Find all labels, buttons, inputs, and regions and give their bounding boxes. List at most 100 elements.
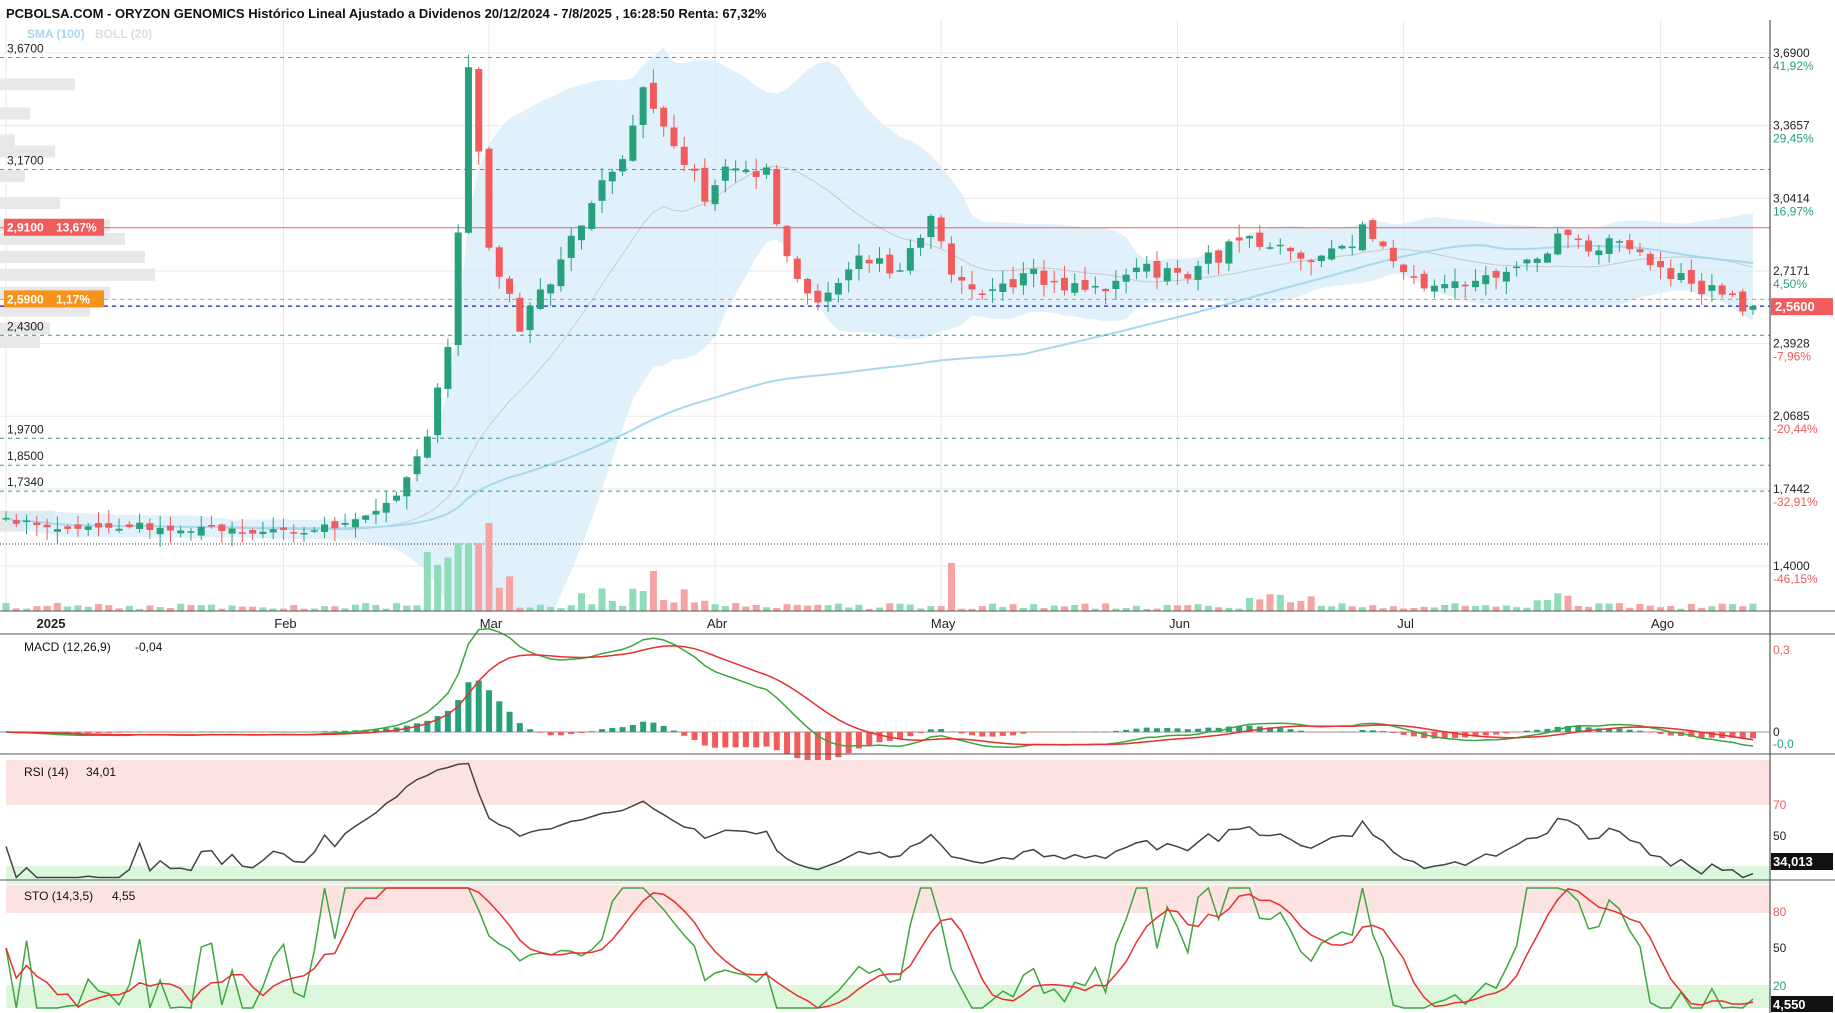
candle-body bbox=[1112, 280, 1120, 290]
macd-hist-136 bbox=[1400, 732, 1407, 735]
candle-42 bbox=[434, 383, 442, 443]
candle-43 bbox=[444, 338, 452, 398]
macd-hist-101 bbox=[1040, 732, 1047, 733]
macd-hist-75 bbox=[773, 732, 780, 751]
candle-body bbox=[1513, 266, 1521, 269]
candle-body bbox=[136, 522, 144, 529]
rsi-value: 34,01 bbox=[86, 765, 116, 779]
volume-bar-25 bbox=[259, 607, 267, 611]
volume-bar-14 bbox=[146, 605, 154, 611]
candle-body bbox=[464, 67, 472, 233]
macd-hist-132 bbox=[1359, 729, 1366, 732]
candle-body bbox=[721, 166, 729, 181]
current-price-tag: 2,5600 bbox=[1775, 299, 1815, 314]
candle-body bbox=[1050, 280, 1058, 283]
candle-body bbox=[680, 146, 688, 165]
volume-bar-127 bbox=[1307, 596, 1315, 611]
macd-hist-9 bbox=[95, 732, 102, 733]
candle-body bbox=[1348, 246, 1356, 249]
candle-body bbox=[670, 127, 678, 147]
candle-body bbox=[1708, 285, 1716, 291]
candle-body bbox=[331, 521, 339, 529]
candle-body bbox=[1245, 236, 1253, 239]
macd-hist-57 bbox=[588, 731, 595, 732]
price-panel: 3,6700 3,1700 2,9100 13,67% 2,5900 1,17% 2,430… bbox=[0, 20, 1833, 631]
candle-body bbox=[156, 527, 164, 535]
level-tag-price-2: 2,9100 bbox=[7, 221, 44, 235]
candle-body bbox=[1595, 250, 1603, 256]
volume-bar-4 bbox=[43, 605, 51, 611]
volume-bar-12 bbox=[125, 605, 133, 611]
macd-hist-61 bbox=[629, 724, 636, 732]
axis-price-1: 3,3657 bbox=[1773, 119, 1810, 133]
volume-bar-139 bbox=[1430, 607, 1438, 611]
candle-body bbox=[1174, 267, 1182, 273]
candle-body bbox=[1523, 259, 1531, 264]
macd-hist-170 bbox=[1750, 732, 1756, 739]
volume-bar-118 bbox=[1215, 607, 1223, 611]
volume-bar-65 bbox=[670, 602, 678, 611]
macd-hist-159 bbox=[1636, 730, 1643, 732]
candle-body bbox=[547, 284, 555, 294]
volume-bar-57 bbox=[588, 604, 596, 611]
volume-bar-115 bbox=[1184, 605, 1192, 611]
month-label-4: May bbox=[931, 616, 956, 631]
candle-body bbox=[978, 293, 986, 295]
candle-body bbox=[1461, 284, 1469, 287]
volume-bar-39 bbox=[403, 605, 411, 611]
volume-bar-153 bbox=[1574, 605, 1582, 611]
candle-body bbox=[1338, 245, 1346, 249]
legend-boll: BOLL (20) bbox=[95, 27, 152, 41]
volume-bar-81 bbox=[834, 603, 842, 611]
sto-axis-80: 80 bbox=[1773, 905, 1787, 919]
axis-pct-6: -32,91% bbox=[1773, 495, 1818, 509]
profile-bar-1 bbox=[0, 107, 30, 120]
volume-bar-147 bbox=[1513, 607, 1521, 611]
rsi-axis-70: 70 bbox=[1773, 798, 1787, 812]
volume-bar-159 bbox=[1636, 603, 1644, 611]
rsi-label: RSI (14) bbox=[24, 765, 69, 779]
volume-bar-69 bbox=[711, 604, 719, 611]
candle-76 bbox=[783, 225, 791, 263]
candle-body bbox=[1482, 275, 1490, 285]
macd-hist-53 bbox=[547, 732, 554, 736]
candle-body bbox=[619, 159, 627, 172]
volume-bar-40 bbox=[413, 605, 421, 611]
candle-body bbox=[536, 289, 544, 309]
axis-price-0: 3,6900 bbox=[1773, 46, 1810, 60]
macd-hist-161 bbox=[1657, 732, 1664, 734]
axis-price-6: 1,7442 bbox=[1773, 482, 1810, 496]
volume-bar-162 bbox=[1667, 605, 1675, 611]
candle-body bbox=[927, 215, 935, 238]
macd-hist-51 bbox=[527, 729, 534, 732]
candle-body bbox=[1543, 253, 1551, 263]
macd-label: MACD (12,26,9) bbox=[24, 640, 111, 654]
candle-body bbox=[1194, 265, 1202, 280]
candle-75 bbox=[773, 164, 781, 227]
volume-bar-95 bbox=[978, 606, 986, 611]
volume-bar-155 bbox=[1595, 603, 1603, 611]
candle-body bbox=[1317, 255, 1325, 262]
candle-body bbox=[1235, 237, 1243, 241]
candle-41 bbox=[423, 429, 431, 459]
volume-bar-28 bbox=[290, 605, 298, 611]
volume-bar-53 bbox=[547, 606, 555, 611]
boll-area bbox=[6, 47, 1753, 611]
volume-bar-131 bbox=[1348, 606, 1356, 611]
macd-hist-56 bbox=[578, 732, 585, 734]
axis-price-2: 3,0414 bbox=[1773, 191, 1810, 205]
volume-bar-64 bbox=[660, 599, 668, 611]
candle-body bbox=[310, 530, 318, 532]
candle-body bbox=[783, 225, 791, 257]
macd-hist-72 bbox=[742, 732, 749, 748]
candle-body bbox=[1091, 285, 1099, 288]
macd-hist-10 bbox=[105, 732, 112, 733]
candle-body bbox=[1698, 280, 1706, 295]
volume-bar-125 bbox=[1287, 602, 1295, 611]
volume-bar-122 bbox=[1256, 599, 1264, 611]
candle-body bbox=[403, 477, 411, 497]
candle-body bbox=[1287, 247, 1295, 252]
macd-hist-55 bbox=[568, 732, 575, 735]
macd-hist-70 bbox=[722, 732, 729, 748]
volume-bar-140 bbox=[1441, 604, 1449, 611]
